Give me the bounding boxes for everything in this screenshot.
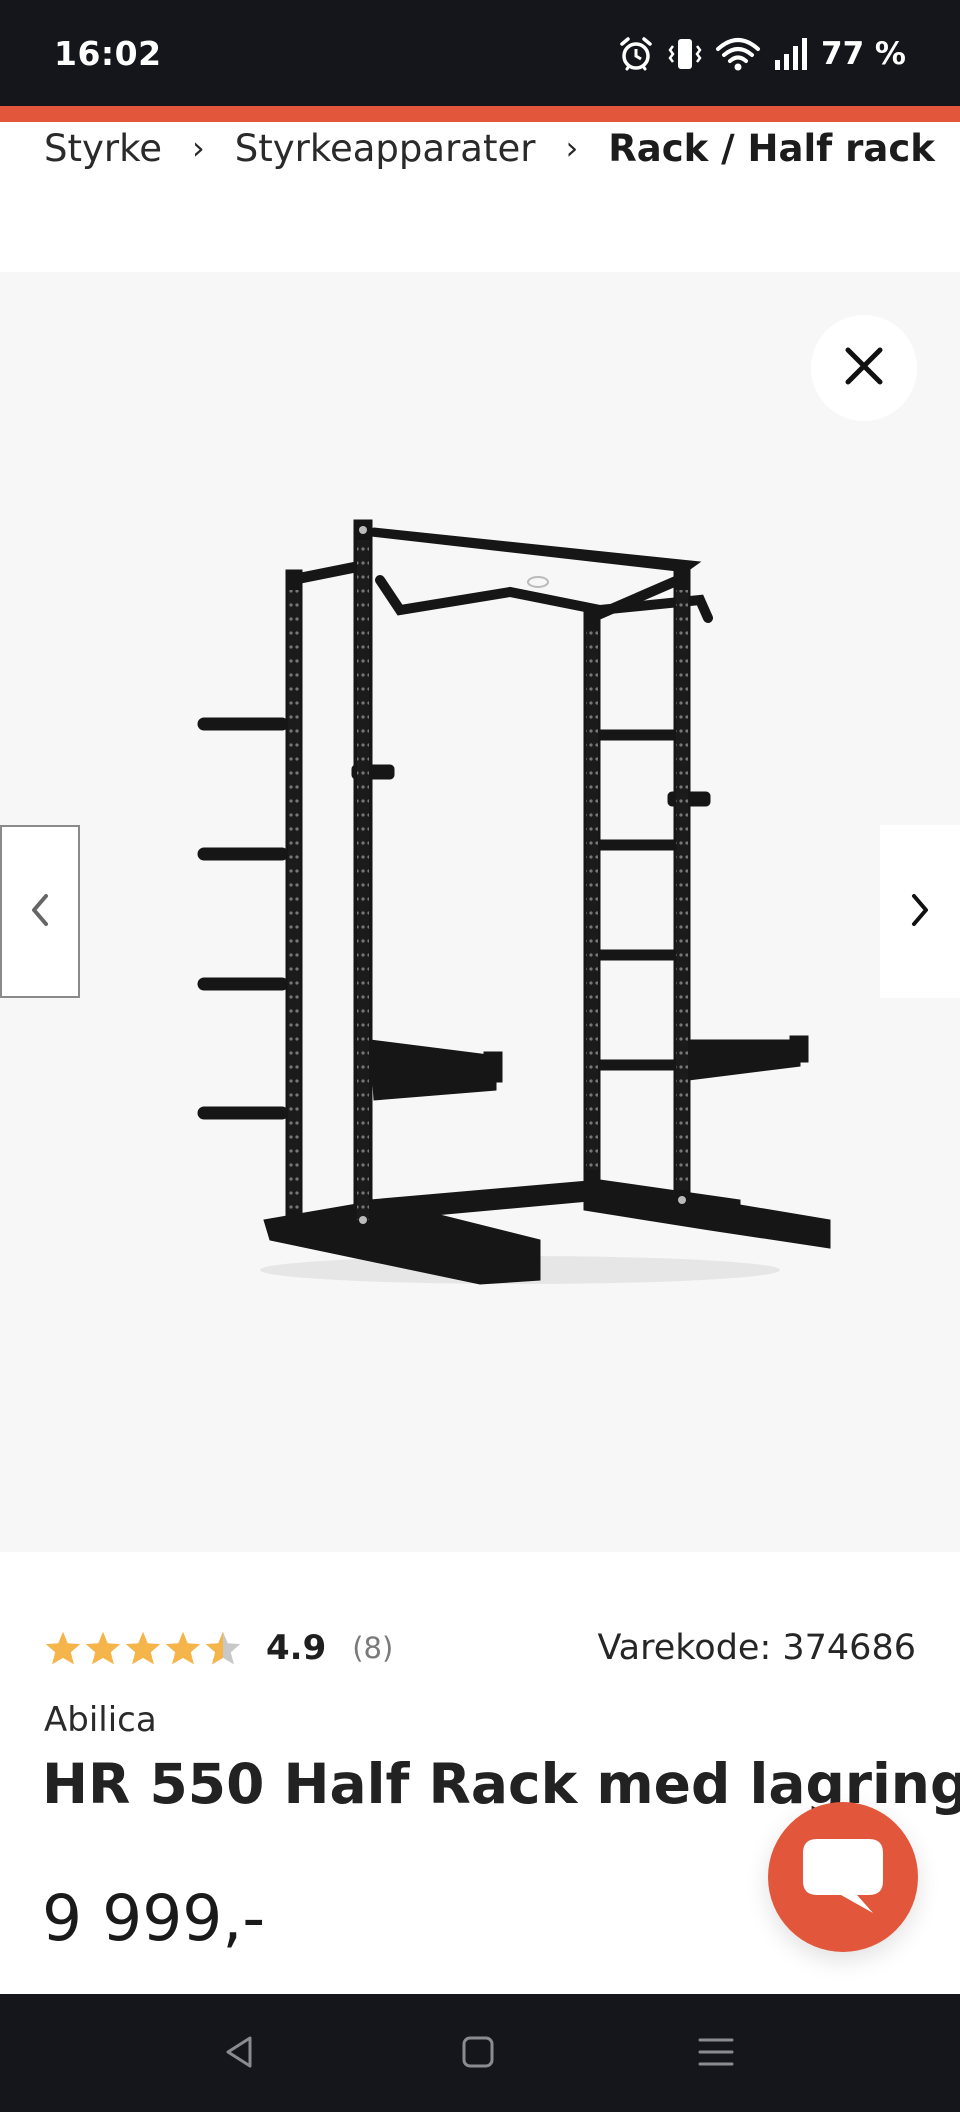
gallery-next-button[interactable] xyxy=(880,825,960,998)
breadcrumb-item-styrke[interactable]: Styrke xyxy=(44,127,162,170)
review-count[interactable]: (8) xyxy=(352,1631,393,1665)
star-half-icon xyxy=(205,1631,241,1665)
nav-recents-button[interactable] xyxy=(686,2024,746,2084)
product-sku: Varekode: 374686 xyxy=(597,1628,916,1668)
nav-back-button[interactable] xyxy=(210,2024,270,2084)
product-rating[interactable]: 4.9 (8) xyxy=(44,1620,393,1676)
status-time: 16:02 xyxy=(54,34,162,73)
product-price: 9 999,- xyxy=(42,1882,266,1955)
recents-icon xyxy=(696,2032,736,2076)
nav-home-button[interactable] xyxy=(448,2024,508,2084)
wifi-icon xyxy=(715,35,761,73)
signal-icon xyxy=(773,36,809,72)
close-gallery-button[interactable] xyxy=(811,315,917,421)
breadcrumb: Styrke › Styrkeapparater › Rack / Half r… xyxy=(44,120,935,176)
chevron-right-icon xyxy=(908,892,932,932)
star-icon xyxy=(45,1631,81,1665)
status-icons: 77 % xyxy=(617,34,906,74)
product-image xyxy=(197,519,831,1285)
status-bar: 16:02 77 % xyxy=(0,0,960,106)
chat-bubble-icon xyxy=(797,1833,889,1921)
breadcrumb-item-current: Rack / Half rack xyxy=(608,126,935,170)
rating-value: 4.9 xyxy=(266,1628,327,1668)
breadcrumb-item-styrkeapparater[interactable]: Styrkeapparater xyxy=(235,127,536,170)
star-icon xyxy=(165,1631,201,1665)
alarm-icon xyxy=(617,35,655,73)
vibrate-icon xyxy=(667,35,703,73)
product-brand[interactable]: Abilica xyxy=(44,1700,157,1740)
breadcrumb-separator: › xyxy=(191,129,205,167)
chevron-left-icon xyxy=(28,892,52,932)
star-icon xyxy=(125,1631,161,1665)
home-icon xyxy=(458,2032,498,2076)
rating-stars xyxy=(44,1630,242,1666)
battery-percentage: 77 % xyxy=(821,36,906,72)
gallery-prev-button[interactable] xyxy=(0,825,80,998)
back-icon xyxy=(220,2032,260,2076)
close-icon xyxy=(842,344,886,392)
system-navigation-bar xyxy=(0,1994,960,2112)
breadcrumb-separator: › xyxy=(565,129,579,167)
chat-button[interactable] xyxy=(768,1802,918,1952)
star-icon xyxy=(85,1631,121,1665)
